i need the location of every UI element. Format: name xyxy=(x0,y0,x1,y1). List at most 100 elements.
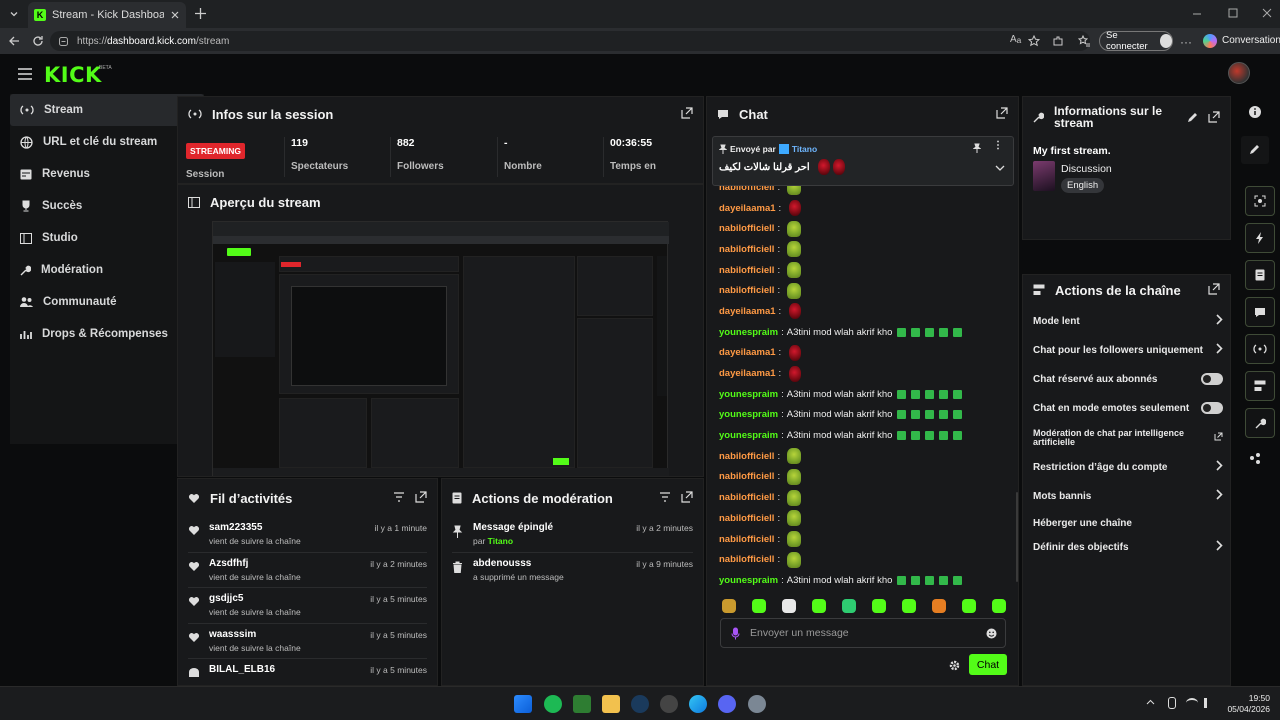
chat-username[interactable]: nabilofficiell xyxy=(719,471,774,482)
app-icon[interactable] xyxy=(573,695,591,713)
browser-tab-active[interactable]: K Stream - Kick Dashboard xyxy=(28,2,186,28)
chevron-right-icon[interactable] xyxy=(1216,460,1223,471)
kick-logo[interactable]: KICK xyxy=(44,63,102,87)
filter-icon[interactable] xyxy=(659,491,671,503)
channel-action-mode-lent[interactable]: Mode lent xyxy=(1033,313,1223,329)
quick-emote-icon[interactable] xyxy=(932,599,946,613)
quick-emote-icon[interactable] xyxy=(902,599,916,613)
chat-username[interactable]: nabilofficiell xyxy=(719,265,774,276)
chat-scrollbar[interactable] xyxy=(1016,492,1018,582)
chat-username[interactable]: nabilofficiell xyxy=(719,223,774,234)
quick-emote-icon[interactable] xyxy=(992,599,1006,613)
stream-preview-video[interactable] xyxy=(212,221,669,476)
chat-username[interactable]: nabilofficiell xyxy=(719,534,774,545)
spotify-icon[interactable] xyxy=(544,695,562,713)
steam-icon[interactable] xyxy=(631,695,649,713)
external-link-icon[interactable] xyxy=(1214,432,1223,441)
sidebar-item-communaut[interactable]: Communauté xyxy=(10,286,204,318)
windows-start-icon[interactable] xyxy=(514,695,532,713)
quick-emote-icon[interactable] xyxy=(722,599,736,613)
conversation-label[interactable]: Conversation xyxy=(1222,35,1280,46)
activity-username[interactable]: gsdjjc5 xyxy=(209,593,243,604)
popout-icon[interactable] xyxy=(1208,111,1220,123)
obs-icon[interactable] xyxy=(660,695,678,713)
channel-action-mots-bannis[interactable]: Mots bannis xyxy=(1033,488,1223,504)
connections-icon[interactable] xyxy=(1249,452,1261,464)
chat-username[interactable]: nabilofficiell xyxy=(719,285,774,296)
volume-icon[interactable] xyxy=(1204,698,1214,708)
quick-emote-icon[interactable] xyxy=(812,599,826,613)
rail-button-session[interactable] xyxy=(1245,334,1275,364)
page-info-icon[interactable] xyxy=(58,36,69,47)
activity-username[interactable]: sam223355 xyxy=(209,522,262,533)
chat-username[interactable]: dayeilaama1 xyxy=(719,368,776,379)
chat-username[interactable]: younespraim xyxy=(719,327,778,338)
rail-button-quick-actions[interactable] xyxy=(1245,223,1275,253)
channel-action-definir-des-objectifs[interactable]: Définir des objectifs xyxy=(1033,539,1223,555)
discord-icon[interactable] xyxy=(718,695,736,713)
sidebar-item-url-et-cl-du-stream[interactable]: URL et clé du stream xyxy=(10,126,204,158)
send-chat-button[interactable]: Chat xyxy=(969,654,1007,675)
quick-emote-icon[interactable] xyxy=(842,599,856,613)
chat-username[interactable]: dayeilaama1 xyxy=(719,347,776,358)
chat-username[interactable]: nabilofficiell xyxy=(719,451,774,462)
toggle-switch[interactable] xyxy=(1201,402,1223,414)
pinned-user[interactable]: Titano xyxy=(792,144,817,154)
chat-username[interactable]: nabilofficiell xyxy=(719,492,774,503)
sidebar-item-studio[interactable]: Studio xyxy=(10,222,204,254)
activity-username[interactable]: BILAL_ELB16 xyxy=(209,664,275,675)
chevron-down-icon[interactable] xyxy=(995,164,1005,172)
kebab-menu-icon[interactable]: ⋮ xyxy=(993,140,1003,151)
chat-username[interactable]: nabilofficiell xyxy=(719,554,774,565)
chat-username[interactable]: younespraim xyxy=(719,409,778,420)
wifi-icon[interactable] xyxy=(1186,698,1198,708)
quick-emote-icon[interactable] xyxy=(962,599,976,613)
chat-username[interactable]: dayeilaama1 xyxy=(719,203,776,214)
chevron-right-icon[interactable] xyxy=(1216,314,1223,325)
rail-button-notes[interactable] xyxy=(1245,260,1275,290)
settings-icon[interactable] xyxy=(748,695,766,713)
copilot-icon[interactable] xyxy=(1203,34,1217,48)
channel-action-chat-reserve-aux-abonnes[interactable]: Chat réservé aux abonnés xyxy=(1033,371,1223,387)
popout-icon[interactable] xyxy=(996,107,1008,119)
tab-list-chevron-icon[interactable] xyxy=(8,8,20,20)
popout-icon[interactable] xyxy=(681,491,693,503)
sidebar-item-stream[interactable]: Stream xyxy=(10,94,204,126)
quick-emote-icon[interactable] xyxy=(782,599,796,613)
sign-in-button[interactable]: Se connecter xyxy=(1099,30,1173,52)
quick-emote-icon[interactable] xyxy=(752,599,766,613)
chat-username[interactable]: dayeilaama1 xyxy=(719,306,776,317)
edge-icon[interactable] xyxy=(689,695,707,713)
category-name[interactable]: Discussion xyxy=(1061,163,1112,175)
channel-action-heberger-une-chaine[interactable]: Héberger une chaîne xyxy=(1033,515,1223,531)
hamburger-menu-icon[interactable] xyxy=(18,68,32,80)
rail-button-channel-actions[interactable] xyxy=(1245,371,1275,401)
channel-action-chat-en-mode-emotes-seulement[interactable]: Chat en mode emotes seulement xyxy=(1033,400,1223,416)
rail-button-obs[interactable] xyxy=(1245,186,1275,216)
chevron-right-icon[interactable] xyxy=(1216,540,1223,551)
maximize-icon[interactable] xyxy=(1228,8,1238,18)
popout-icon[interactable] xyxy=(415,491,427,503)
channel-action-chat-pour-les-followers-uniquement[interactable]: Chat pour les followers uniquement xyxy=(1033,342,1223,358)
tray-chevron-icon[interactable] xyxy=(1146,699,1155,705)
sidebar-item-drops-r-compenses[interactable]: Drops & Récompenses xyxy=(10,318,204,350)
user-avatar[interactable] xyxy=(1228,62,1250,84)
sidebar-item-revenus[interactable]: Revenus xyxy=(10,158,204,190)
channel-action-restriction-d-age-du-compte[interactable]: Restriction d’âge du compte xyxy=(1033,459,1223,475)
chat-username[interactable]: younespraim xyxy=(719,575,778,586)
reload-icon[interactable] xyxy=(32,35,44,47)
close-tab-icon[interactable] xyxy=(170,10,180,20)
moderation-sub-user[interactable]: Titano xyxy=(488,536,513,546)
sidebar-item-mod-ration[interactable]: Modération xyxy=(10,254,204,286)
sidebar-item-succ-s[interactable]: Succès xyxy=(10,190,204,222)
chat-username[interactable]: younespraim xyxy=(719,430,778,441)
unpin-icon[interactable] xyxy=(973,143,981,153)
read-aloud-icon[interactable]: Aa xyxy=(1010,34,1021,45)
info-icon[interactable] xyxy=(1249,106,1261,118)
quick-emote-icon[interactable] xyxy=(872,599,886,613)
chat-input[interactable]: Envoyer un message xyxy=(720,618,1006,648)
popout-icon[interactable] xyxy=(1208,283,1220,295)
close-window-icon[interactable] xyxy=(1262,8,1272,18)
chevron-right-icon[interactable] xyxy=(1216,343,1223,354)
filter-icon[interactable] xyxy=(393,491,405,503)
